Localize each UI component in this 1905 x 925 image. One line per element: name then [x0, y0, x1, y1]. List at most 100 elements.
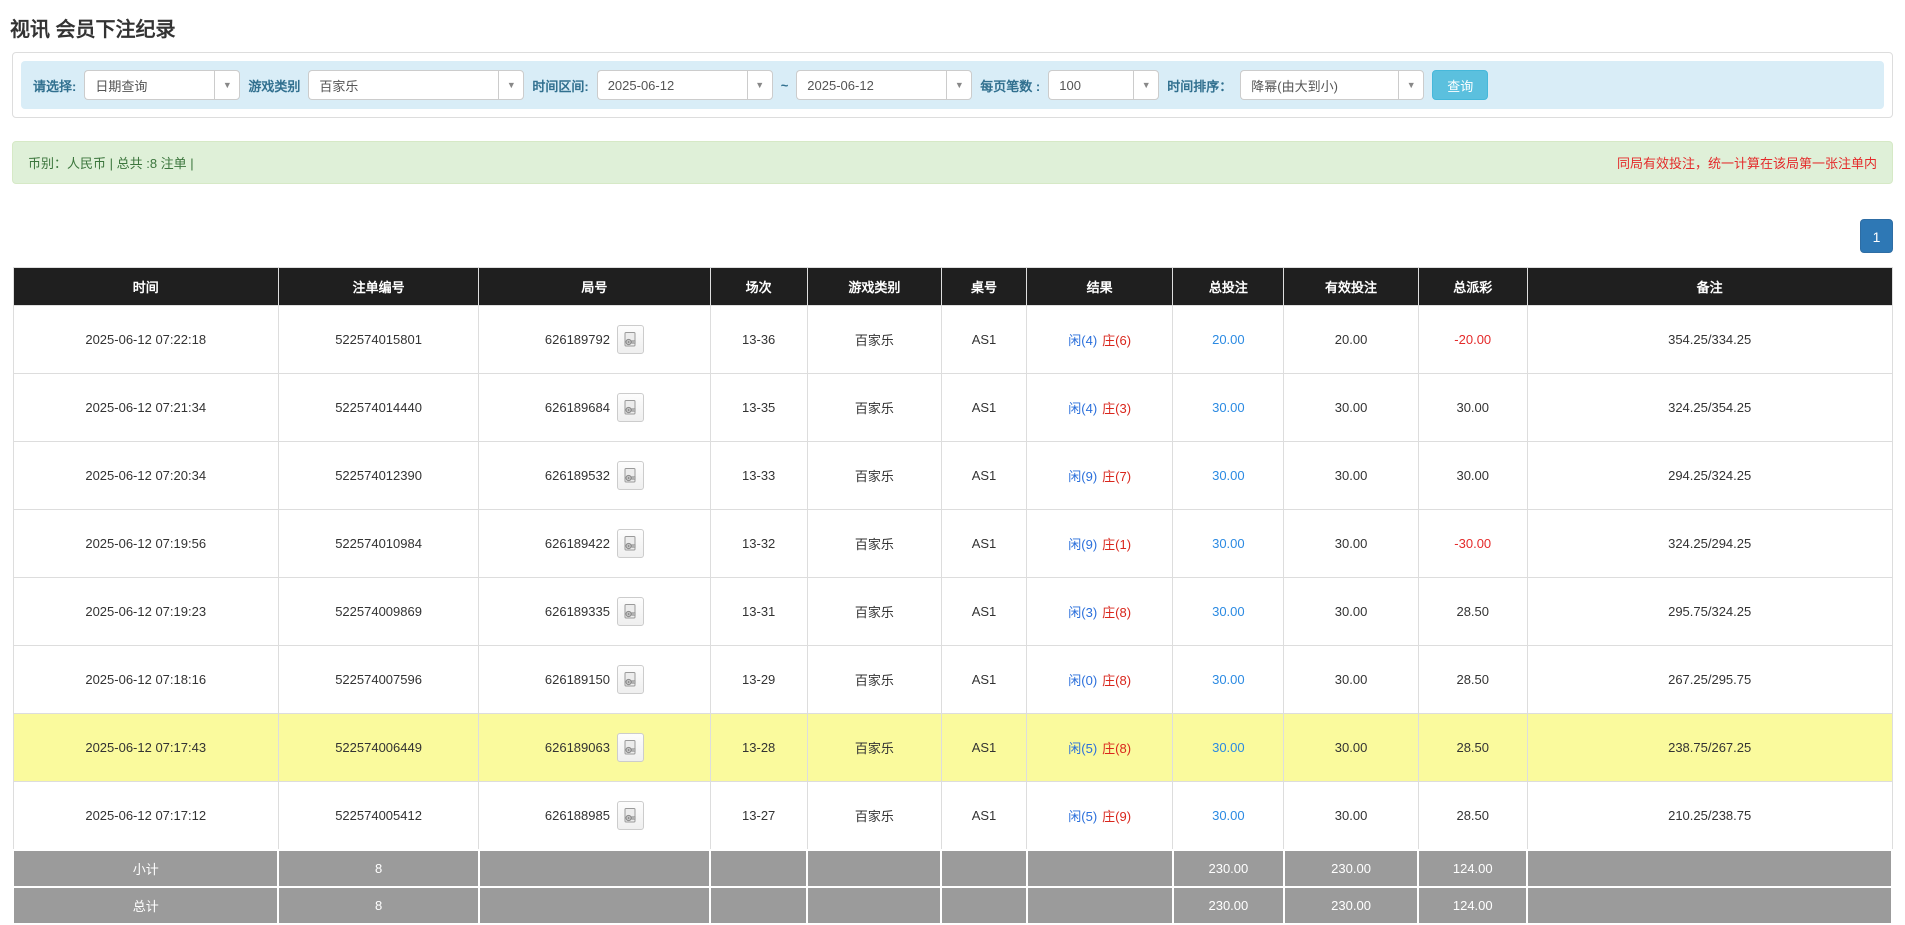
table-row: 2025-06-12 07:18:16 522574007596 626189150…: [12, 645, 1893, 714]
subtotal-row: 小计 8 230.00 230.00 124.00: [11, 849, 1893, 888]
time-cell: 2025-06-12 07:22:18: [12, 305, 279, 374]
date-to-input[interactable]: [796, 70, 947, 100]
video-replay-button[interactable]: [616, 529, 644, 558]
remark-cell: 267.25/295.75: [1526, 645, 1893, 714]
total-bet-cell: 30.00: [1172, 645, 1285, 714]
date-to-dropdown-button[interactable]: ▼: [946, 70, 973, 100]
bet-id-cell: 522574006449: [277, 713, 480, 782]
total-bet-link[interactable]: 20.00: [1212, 332, 1245, 347]
video-replay-button[interactable]: [616, 325, 644, 354]
round-id: 626189684: [544, 400, 610, 415]
total-valid-bet: 230.00: [1282, 886, 1420, 925]
subtotal-count: 8: [277, 849, 480, 888]
col-time: 时间: [12, 267, 279, 306]
chevron-down-icon: ▼: [755, 80, 765, 90]
banker-result: 庄(7): [1102, 469, 1132, 484]
payout-cell: 28.50: [1417, 577, 1528, 646]
round-id-cell: 626189422: [478, 509, 711, 578]
session-cell: 13-36: [709, 305, 808, 374]
round-id-cell: 626189150: [478, 645, 711, 714]
remark-cell: 294.25/324.25: [1526, 441, 1893, 510]
summary-bar: 币别：人民币 | 总共 :8 注单 | 同局有效投注，统一计算在该局第一张注单内: [12, 141, 1893, 184]
subtotal-total-bet: 230.00: [1171, 849, 1285, 888]
total-payout: 124.00: [1417, 886, 1529, 925]
table-id-cell: AS1: [940, 645, 1028, 714]
sort-label: 时间排序：: [1167, 78, 1233, 94]
page-size-input[interactable]: [1048, 70, 1134, 100]
payout-cell: 28.50: [1417, 713, 1528, 782]
total-bet-link[interactable]: 30.00: [1212, 468, 1245, 483]
round-id-cell: 626189684: [478, 373, 711, 442]
video-replay-button[interactable]: [616, 597, 644, 626]
table-id-cell: AS1: [940, 577, 1028, 646]
chevron-down-icon: ▼: [506, 80, 516, 90]
session-cell: 13-27: [709, 781, 808, 851]
video-replay-button[interactable]: [616, 393, 644, 422]
round-id-cell: 626189532: [478, 441, 711, 510]
total-bet-link[interactable]: 30.00: [1212, 740, 1245, 755]
search-button[interactable]: 查询: [1432, 70, 1489, 100]
video-replay-button[interactable]: [616, 801, 644, 830]
round-id: 626189150: [544, 672, 610, 687]
date-from-input[interactable]: [596, 70, 747, 100]
currency-total-text: 币别：人民币 | 总共 :8 注单 |: [28, 156, 194, 171]
query-type-dropdown-button[interactable]: ▼: [214, 70, 241, 100]
total-bet-link[interactable]: 30.00: [1212, 808, 1245, 823]
sort-input[interactable]: [1240, 70, 1399, 100]
result-cell: 闲(4) 庄(6): [1026, 305, 1174, 374]
video-replay-button[interactable]: [616, 461, 644, 490]
table-id-cell: AS1: [940, 441, 1028, 510]
bet-records-table: 时间 注单编号 局号 场次 游戏类别 桌号 结果 总投注 有效投注 总派彩 备注…: [11, 267, 1893, 925]
remark-cell: 238.75/267.25: [1526, 713, 1893, 782]
round-id: 626189063: [544, 740, 610, 755]
date-to-combo: ▼: [796, 70, 973, 100]
game-type-cell: 百家乐: [806, 577, 942, 646]
time-cell: 2025-06-12 07:19:23: [12, 577, 279, 646]
query-type-input[interactable]: [84, 70, 215, 100]
total-total-bet: 230.00: [1171, 886, 1285, 925]
video-replay-icon: [624, 332, 636, 347]
bet-id-cell: 522574007596: [277, 645, 480, 714]
banker-result: 庄(8): [1102, 673, 1132, 688]
game-type-combo: ▼: [308, 70, 525, 100]
player-result: 闲(5): [1068, 741, 1098, 756]
round-id: 626189532: [544, 468, 610, 483]
date-from-dropdown-button[interactable]: ▼: [746, 70, 773, 100]
time-cell: 2025-06-12 07:17:43: [12, 713, 279, 782]
banker-result: 庄(8): [1102, 741, 1132, 756]
col-total-bet: 总投注: [1172, 267, 1285, 306]
round-id: 626189792: [544, 332, 610, 347]
page-size-dropdown-button[interactable]: ▼: [1133, 70, 1160, 100]
page-size-combo: ▼: [1048, 70, 1160, 100]
session-cell: 13-28: [709, 713, 808, 782]
player-result: 闲(4): [1068, 333, 1098, 348]
total-bet-link[interactable]: 30.00: [1212, 672, 1245, 687]
time-cell: 2025-06-12 07:17:12: [12, 781, 279, 851]
total-bet-cell: 30.00: [1172, 577, 1285, 646]
sort-dropdown-button[interactable]: ▼: [1398, 70, 1425, 100]
page-1-button[interactable]: 1: [1860, 219, 1893, 253]
video-replay-button[interactable]: [616, 733, 644, 762]
video-replay-button[interactable]: [616, 665, 644, 694]
col-payout: 总派彩: [1417, 267, 1528, 306]
game-type-cell: 百家乐: [806, 373, 942, 442]
game-type-dropdown-button[interactable]: ▼: [498, 70, 525, 100]
payout-cell: -20.00: [1417, 305, 1528, 374]
col-table: 桌号: [940, 267, 1028, 306]
payout-cell: 28.50: [1417, 645, 1528, 714]
game-type-cell: 百家乐: [806, 713, 942, 782]
valid-bet-cell: 20.00: [1283, 305, 1419, 374]
total-bet-link[interactable]: 30.00: [1212, 400, 1245, 415]
filter-bar: 请选择: ▼ 游戏类别 ▼ 时间区间: ▼ ~ ▼ 每页笔数 : ▼ 时间排序：…: [21, 61, 1884, 109]
round-id: 626189422: [544, 536, 610, 551]
select-label: 请选择:: [33, 78, 77, 94]
result-cell: 闲(9) 庄(7): [1026, 441, 1174, 510]
total-bet-link[interactable]: 30.00: [1212, 536, 1245, 551]
game-type-input[interactable]: [308, 70, 499, 100]
payout-cell: -30.00: [1417, 509, 1528, 578]
video-replay-icon: [624, 672, 636, 687]
total-bet-link[interactable]: 30.00: [1212, 604, 1245, 619]
total-bet-cell: 30.00: [1172, 373, 1285, 442]
banker-result: 庄(6): [1102, 333, 1132, 348]
sort-combo: ▼: [1240, 70, 1425, 100]
